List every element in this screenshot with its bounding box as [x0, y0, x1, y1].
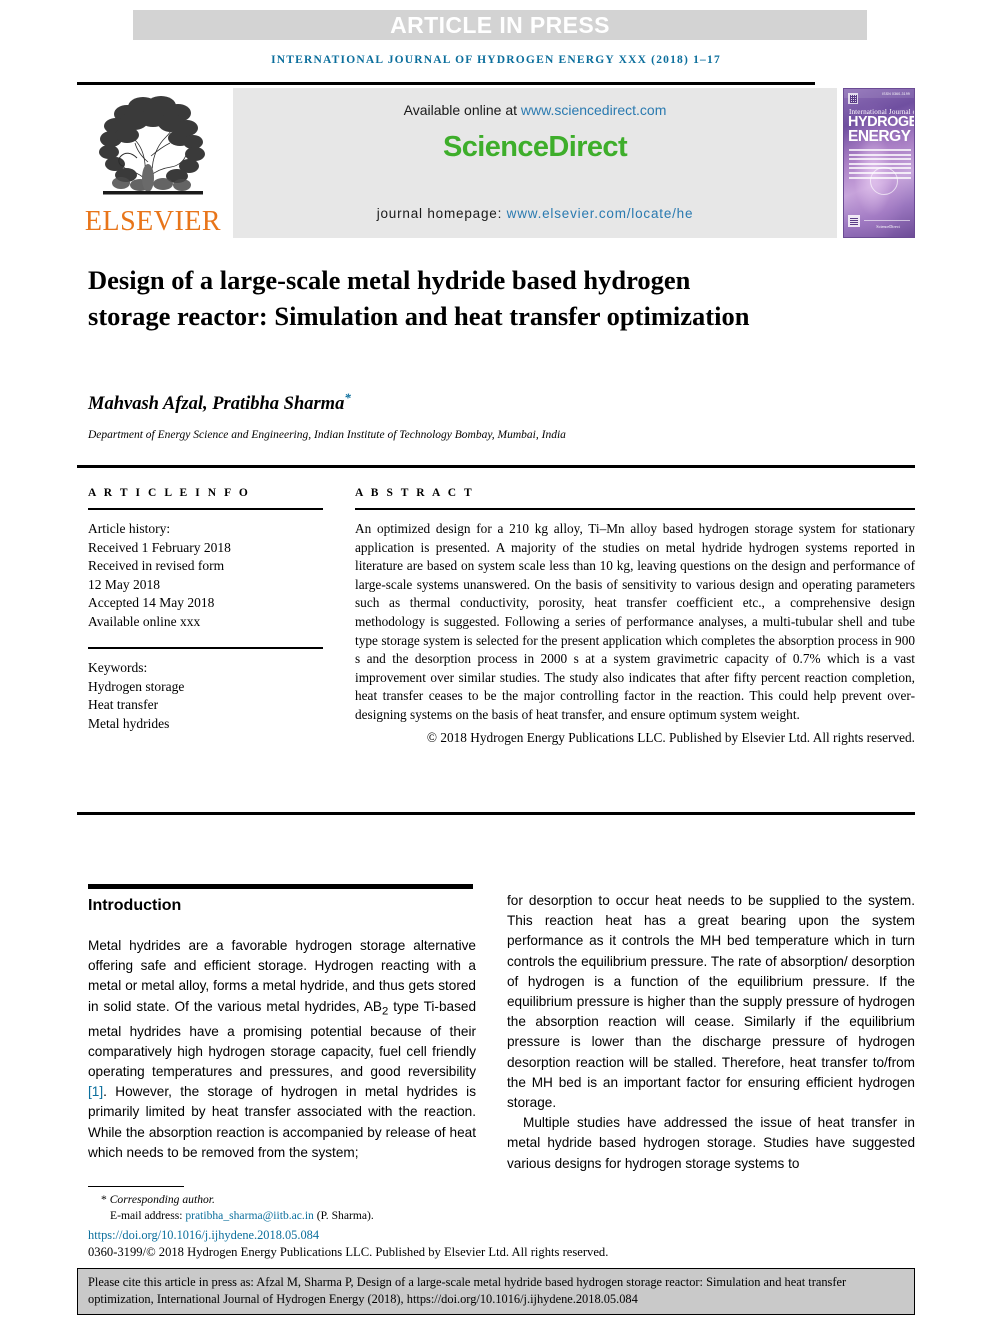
abstract-body: An optimized design for a 210 kg alloy, …: [355, 521, 915, 722]
keywords-label: Keywords:: [88, 660, 148, 675]
corresponding-author-marker: *: [344, 390, 351, 405]
journal-homepage-link[interactable]: www.elsevier.com/locate/he: [507, 206, 694, 221]
elsevier-tree-icon: [99, 96, 205, 195]
email-suffix: (P. Sharma).: [313, 1209, 374, 1222]
introduction-heading: Introduction: [88, 897, 182, 914]
cover-ihe-logo-icon: [848, 215, 860, 227]
available-online-prefix: Available online at: [403, 102, 521, 118]
article-history-label: Article history:: [88, 521, 171, 536]
available-online-line: Available online at www.sciencedirect.co…: [233, 102, 837, 118]
author-names: Mahvash Afzal, Pratibha Sharma: [88, 394, 345, 415]
sciencedirect-logo[interactable]: ScienceDirect: [233, 131, 837, 164]
email-label: E-mail address:: [110, 1209, 186, 1222]
body-column-left: Metal hydrides are a favorable hydrogen …: [88, 936, 476, 1163]
abstract-copyright: © 2018 Hydrogen Energy Publications LLC.…: [426, 729, 915, 745]
article-history-item: 12 May 2018: [88, 576, 160, 592]
journal-running-head: INTERNATIONAL JOURNAL OF HYDROGEN ENERGY…: [271, 54, 721, 66]
body-column-right: for desorption to occur heat needs to be…: [507, 891, 915, 1174]
keyword-item: Heat transfer: [88, 697, 159, 712]
article-history-item: Available online xxx: [88, 613, 201, 629]
cover-qr-badge-icon: [848, 93, 858, 104]
sciencedirect-link[interactable]: www.sciencedirect.com: [521, 102, 667, 118]
article-info-rule: [88, 508, 323, 510]
cover-footer-rule: [864, 220, 910, 221]
article-history-item: Received in revised form: [88, 558, 225, 573]
article-in-press-banner: ARTICLE IN PRESS: [133, 10, 867, 40]
keyword-item: Metal hydrides: [88, 715, 170, 731]
cite-this-article-box: Please cite this article in press as: Af…: [77, 1268, 915, 1315]
footnote-block: * Corresponding author. E-mail address: …: [88, 1192, 708, 1224]
issn-copyright-line: 0360-3199/© 2018 Hydrogen Energy Publica…: [88, 1245, 609, 1259]
abstract-block-bottom-rule: [77, 812, 915, 815]
cover-footer-label: ScienceDirect: [876, 224, 900, 229]
cover-issn: ISSN 0360-3199: [882, 92, 910, 96]
body-text-part: . However, the storage of hydrogen in me…: [88, 1084, 476, 1160]
abstract-column: A B S T R A C T An optimized design for …: [355, 487, 915, 747]
footnote-rule: [88, 1186, 184, 1187]
journal-homepage-prefix: journal homepage:: [376, 206, 507, 221]
reference-link[interactable]: [1]: [88, 1084, 103, 1099]
body-paragraph: for desorption to occur heat needs to be…: [507, 893, 915, 1111]
masthead: ELSEVIER Available online at www.science…: [77, 88, 915, 240]
page-title: Design of a large-scale metal hydride ba…: [88, 265, 750, 331]
elsevier-logo: ELSEVIER: [77, 88, 229, 238]
cover-ring-decoration: [870, 167, 898, 195]
abstract-rule: [355, 508, 915, 510]
masthead-top-rule: [77, 82, 815, 85]
sciencedirect-banner: Available online at www.sciencedirect.co…: [233, 88, 837, 238]
article-history-item: Accepted 14 May 2018: [88, 595, 215, 610]
article-page: ARTICLE IN PRESS INTERNATIONAL JOURNAL O…: [0, 0, 992, 1323]
email-link[interactable]: pratibha_sharma@iitb.ac.in: [185, 1209, 314, 1222]
article-info-heading: A R T I C L E I N F O: [88, 487, 251, 499]
cite-this-article-text: Please cite this article in press as: Af…: [88, 1275, 847, 1306]
body-paragraph: Multiple studies have addressed the issu…: [507, 1115, 915, 1171]
body-paragraph: Metal hydrides are a favorable hydrogen …: [88, 936, 476, 1163]
corresponding-author-text: Corresponding author.: [106, 1193, 215, 1206]
elsevier-wordmark: ELSEVIER: [84, 206, 222, 237]
author-list: Mahvash Afzal, Pratibha Sharma*: [88, 390, 788, 415]
doi-link[interactable]: https://doi.org/10.1016/j.ijhydene.2018.…: [88, 1228, 319, 1243]
article-info-column: A R T I C L E I N F O Article history: R…: [88, 487, 323, 733]
introduction-rule: [88, 884, 473, 889]
abstract-heading: A B S T R A C T: [355, 487, 475, 499]
corresponding-author-note: * Corresponding author.: [88, 1192, 708, 1208]
article-in-press-label: ARTICLE IN PRESS: [390, 11, 610, 38]
keywords-rule: [88, 647, 323, 649]
article-history-item: Received 1 February 2018: [88, 539, 231, 555]
keyword-item: Hydrogen storage: [88, 678, 185, 694]
journal-cover-thumbnail: ISSN 0360-3199 International Journal of …: [843, 88, 915, 238]
abstract-block-top-rule: [77, 465, 915, 468]
cover-title-energy: ENERGY: [848, 128, 911, 145]
journal-homepage-line: journal homepage: www.elsevier.com/locat…: [233, 206, 837, 221]
author-affiliation: Department of Energy Science and Enginee…: [88, 429, 566, 441]
email-note: E-mail address: pratibha_sharma@iitb.ac.…: [88, 1208, 708, 1224]
